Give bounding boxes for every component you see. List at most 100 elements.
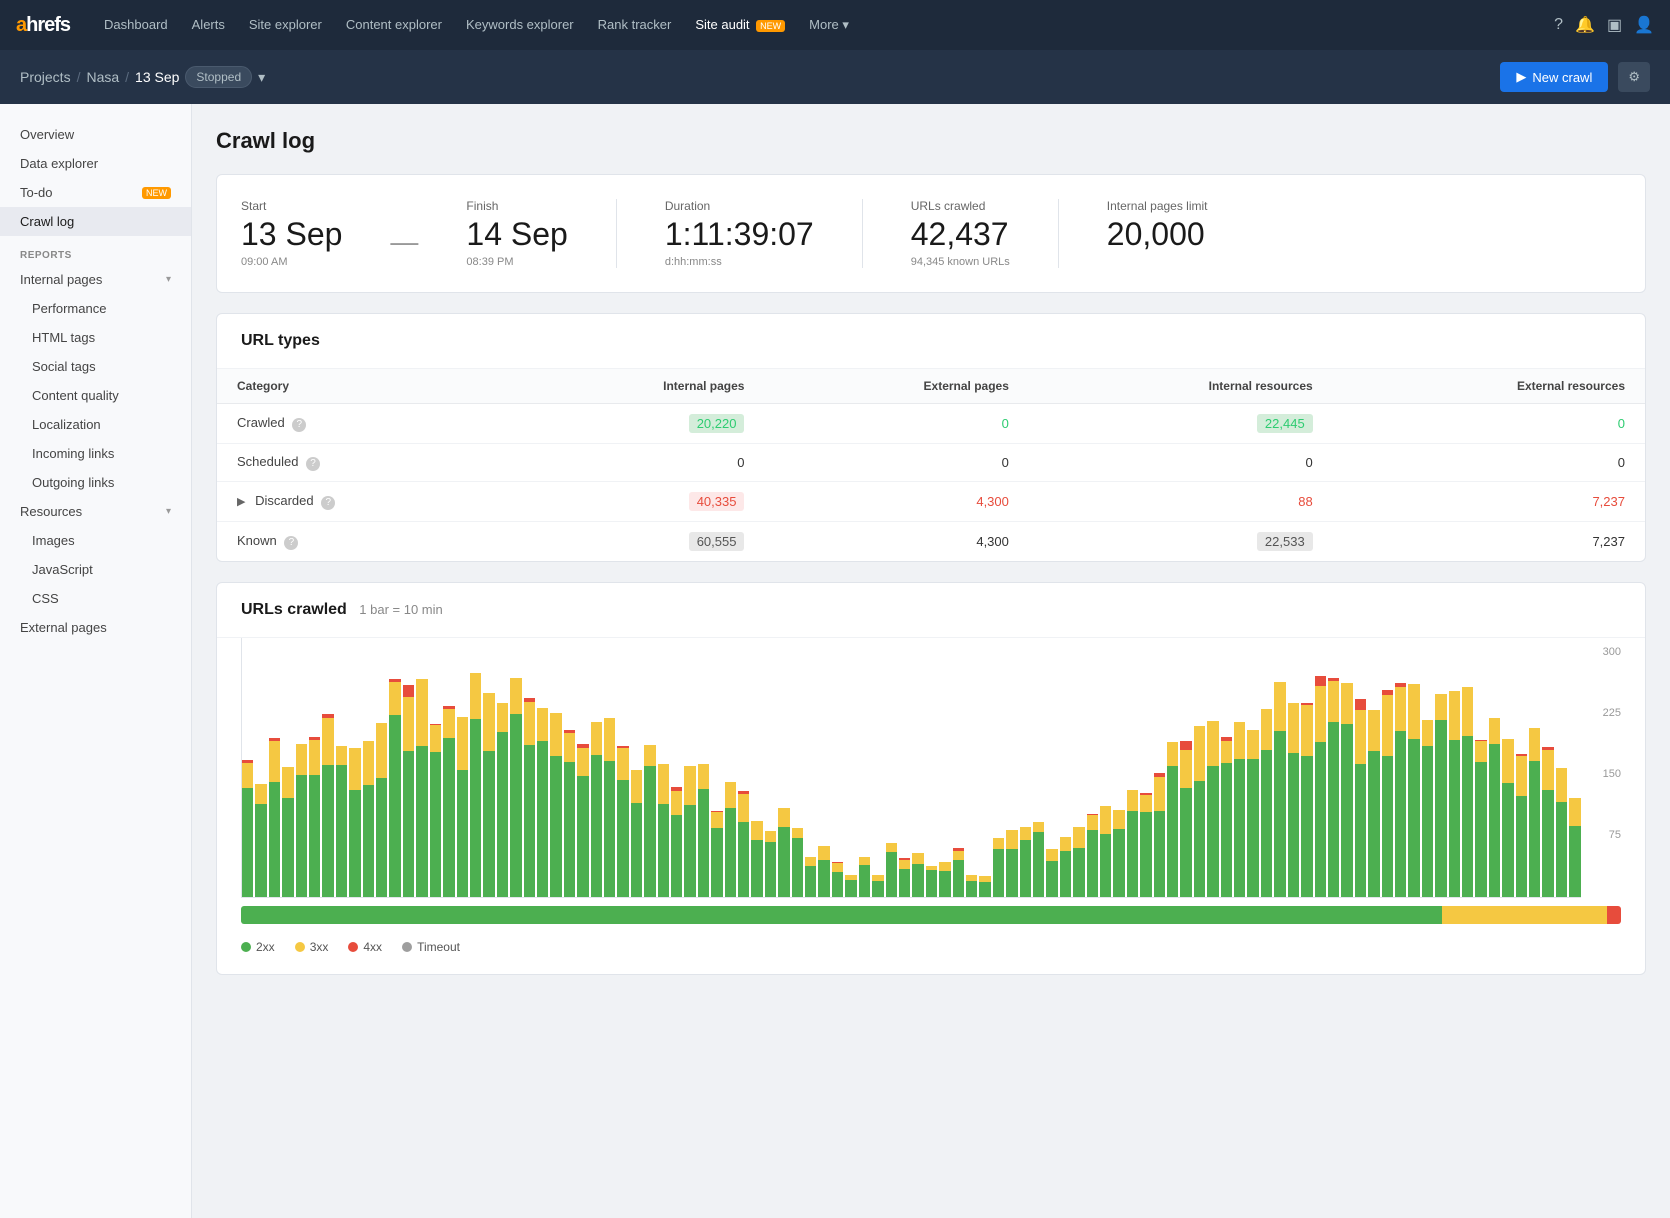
sidebar-item-overview[interactable]: Overview bbox=[0, 120, 191, 149]
sidebar-item-css[interactable]: CSS bbox=[0, 584, 191, 613]
bar-group bbox=[1100, 648, 1111, 897]
bar-2xx bbox=[671, 815, 682, 897]
bar-3xx bbox=[1033, 822, 1044, 832]
bar-2xx bbox=[1087, 830, 1098, 898]
cell-known-int-res: 22,533 bbox=[1029, 522, 1333, 562]
bar-group bbox=[617, 648, 628, 897]
play-icon: ▶ bbox=[1516, 69, 1526, 85]
sidebar-item-outgoing-links[interactable]: Outgoing links bbox=[0, 468, 191, 497]
cell-known-internal: 60,555 bbox=[509, 522, 765, 562]
help-icon-known[interactable]: ? bbox=[284, 536, 298, 550]
url-types-table: Category Internal pages External pages I… bbox=[217, 369, 1645, 561]
sidebar-item-internal-pages[interactable]: Internal pages ▾ bbox=[0, 265, 191, 294]
sidebar-item-incoming-links[interactable]: Incoming links bbox=[0, 439, 191, 468]
nav-alerts[interactable]: Alerts bbox=[182, 11, 235, 39]
logo[interactable]: ahrefs bbox=[16, 14, 70, 37]
sidebar-item-html-tags[interactable]: HTML tags bbox=[0, 323, 191, 352]
sidebar-item-performance[interactable]: Performance bbox=[0, 294, 191, 323]
bar-2xx bbox=[617, 780, 628, 897]
bar-2xx bbox=[1462, 736, 1473, 898]
sidebar-item-resources[interactable]: Resources ▾ bbox=[0, 497, 191, 526]
bar-2xx bbox=[1368, 751, 1379, 897]
bar-2xx bbox=[470, 719, 481, 897]
new-crawl-button[interactable]: ▶ New crawl bbox=[1500, 62, 1608, 92]
bar-group bbox=[671, 648, 682, 897]
notifications-icon[interactable]: 🔔 bbox=[1575, 15, 1595, 35]
sidebar-item-social-tags[interactable]: Social tags bbox=[0, 352, 191, 381]
legend-label-timeout: Timeout bbox=[417, 940, 460, 954]
sidebar-item-localization[interactable]: Localization bbox=[0, 410, 191, 439]
bar-2xx bbox=[389, 715, 400, 897]
bar-3xx bbox=[1422, 720, 1433, 746]
bar-group bbox=[349, 648, 360, 897]
chart-y-labels: 300 225 150 75 bbox=[1603, 638, 1621, 898]
sidebar-item-data-explorer[interactable]: Data explorer bbox=[0, 149, 191, 178]
bar-group bbox=[457, 648, 468, 897]
nav-more[interactable]: More ▾ bbox=[799, 11, 859, 39]
sidebar-item-todo[interactable]: To-do NEW bbox=[0, 178, 191, 207]
bar-group bbox=[778, 648, 789, 897]
table-row: ▶ Discarded ? 40,335 4,300 88 7,237 bbox=[217, 482, 1645, 522]
screen-icon[interactable]: ▣ bbox=[1607, 15, 1622, 35]
bar-group bbox=[805, 648, 816, 897]
bar-group bbox=[416, 648, 427, 897]
expand-icon[interactable]: ▶ bbox=[237, 496, 245, 508]
bar-3xx bbox=[1194, 726, 1205, 780]
user-icon[interactable]: 👤 bbox=[1634, 15, 1654, 35]
date-separator: — bbox=[390, 210, 418, 258]
bar-3xx bbox=[1207, 721, 1218, 766]
nav-rank-tracker[interactable]: Rank tracker bbox=[588, 11, 682, 39]
bar-2xx bbox=[1502, 783, 1513, 897]
help-icon-scheduled[interactable]: ? bbox=[306, 457, 320, 471]
sidebar-item-crawl-log[interactable]: Crawl log bbox=[0, 207, 191, 236]
bar-2xx bbox=[939, 871, 950, 897]
breadcrumb-nasa[interactable]: Nasa bbox=[86, 69, 119, 85]
bar-3xx bbox=[1368, 710, 1379, 750]
bar-group bbox=[792, 648, 803, 897]
bar-2xx bbox=[1489, 744, 1500, 897]
nav-keywords-explorer[interactable]: Keywords explorer bbox=[456, 11, 584, 39]
bar-group bbox=[363, 648, 374, 897]
crawl-progress-bar bbox=[241, 906, 1621, 924]
cell-scheduled-ext-res: 0 bbox=[1333, 444, 1645, 482]
sidebar-item-external-pages[interactable]: External pages bbox=[0, 613, 191, 642]
nav-content-explorer[interactable]: Content explorer bbox=[336, 11, 452, 39]
bar-3xx bbox=[336, 746, 347, 765]
bar-group bbox=[1462, 648, 1473, 897]
bar-group bbox=[296, 648, 307, 897]
bar-2xx bbox=[349, 790, 360, 897]
bar-2xx bbox=[1033, 832, 1044, 897]
legend-dot-red bbox=[348, 942, 358, 952]
bar-3xx bbox=[416, 679, 427, 746]
breadcrumb-actions: ▶ New crawl ⚙ bbox=[1500, 62, 1650, 92]
bar-3xx bbox=[470, 673, 481, 719]
bar-2xx bbox=[1315, 742, 1326, 897]
help-icon-discarded[interactable]: ? bbox=[321, 496, 335, 510]
nav-site-explorer[interactable]: Site explorer bbox=[239, 11, 332, 39]
breadcrumb-projects[interactable]: Projects bbox=[20, 69, 71, 85]
bar-2xx bbox=[1422, 746, 1433, 897]
bar-group bbox=[1113, 648, 1124, 897]
nav-dashboard[interactable]: Dashboard bbox=[94, 11, 178, 39]
bar-3xx bbox=[886, 843, 897, 851]
help-icon-crawled[interactable]: ? bbox=[292, 418, 306, 432]
bar-2xx bbox=[631, 803, 642, 897]
bar-2xx bbox=[1516, 796, 1527, 897]
start-date: 13 Sep bbox=[241, 217, 342, 252]
cell-crawled-external: 0 bbox=[764, 404, 1028, 444]
y-label-300: 300 bbox=[1603, 646, 1621, 658]
settings-button[interactable]: ⚙ bbox=[1618, 62, 1650, 92]
bar-group bbox=[564, 648, 575, 897]
col-external-pages: External pages bbox=[764, 369, 1028, 404]
bar-2xx bbox=[953, 860, 964, 897]
help-icon[interactable]: ? bbox=[1554, 16, 1563, 34]
bar-3xx bbox=[1247, 730, 1258, 759]
legend-4xx: 4xx bbox=[348, 940, 382, 954]
sidebar-item-javascript[interactable]: JavaScript bbox=[0, 555, 191, 584]
sidebar-item-images[interactable]: Images bbox=[0, 526, 191, 555]
status-badge[interactable]: Stopped bbox=[185, 66, 252, 88]
sidebar-item-content-quality[interactable]: Content quality bbox=[0, 381, 191, 410]
bar-group bbox=[255, 648, 266, 897]
nav-site-audit[interactable]: Site audit NEW bbox=[685, 11, 795, 39]
breadcrumb-dropdown-icon[interactable]: ▾ bbox=[258, 69, 265, 86]
